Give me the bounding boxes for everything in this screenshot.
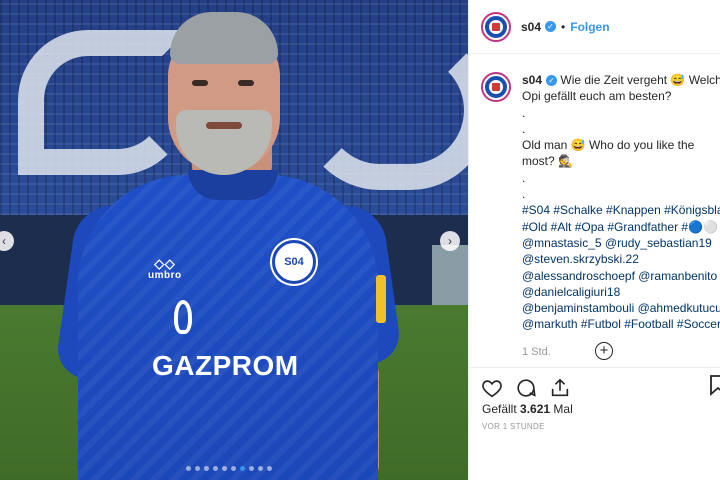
follow-button[interactable]: Folgen [570,20,609,34]
separator-dot: • [561,19,566,34]
mention-line[interactable]: @mnastasic_5 @rudy_sebastian19 [522,235,720,251]
hashtag-line[interactable]: @markuth #Futbol #Football #Soccer [522,316,720,332]
caption-dot-4: . [522,187,526,202]
gazprom-flame-icon [174,300,192,334]
schalke-crest-icon: S04 [272,240,316,284]
caption-line-3: Old man 😅 Who do you like the [522,138,695,153]
caption-body: s04 ✓ Wie die Zeit vergeht 😅 Welcher Opi … [522,72,720,360]
likes-number: 3.621 [520,402,551,416]
caption-dot-3: . [522,170,526,185]
hashtag-line[interactable]: #S04 #Schalke #Knappen #Königsblau [522,202,720,218]
carousel-dot [195,466,200,471]
load-more-comments-icon[interactable]: + [595,342,613,360]
carousel-dots [186,466,272,471]
likes-count[interactable]: Gefällt 3.621 Mal [482,402,573,416]
post-header: s04 ✓ • Folgen [469,0,720,54]
caption-line-4: most? 🕵 [522,154,573,169]
post-actions: Gefällt 3.621 Mal VOR 1 STUNDE [469,367,720,480]
carousel-dot [240,466,245,471]
sponsor-text: GAZPROM [152,350,299,381]
umbro-logo: ◇◇ umbro [148,256,182,281]
mention-line[interactable]: @alessandroschoepf @ramanbenito [522,268,720,284]
heart-icon[interactable] [481,377,503,399]
umbro-text: umbro [148,270,182,281]
s04-logo-icon [485,76,507,98]
avatar[interactable] [481,11,511,42]
verified-icon: ✓ [545,21,557,32]
right-eye [238,80,254,86]
mention-line[interactable]: @benjaminstambouli @ahmedkutucu [522,300,720,316]
mention-line[interactable]: @danielcaligiuri18 [522,284,720,300]
jersey [78,175,378,480]
caption-time-ago: 1 Std. [522,345,551,358]
hashtag-line[interactable]: #Old #Alt #Opa #Grandfather #🔵⚪ [522,219,720,235]
left-eye [192,80,208,86]
caption-username[interactable]: s04 [522,73,542,87]
carousel-dot [258,466,263,471]
seat-letter-curve [300,30,468,190]
carousel-dot [204,466,209,471]
post-side-panel: s04 ✓ • Folgen s04 ✓ Wie die Zeit vergeht… [468,0,720,480]
seat-letter-s [18,30,188,175]
sleeve-patch [376,275,386,323]
carousel-dot [231,466,236,471]
mention-line[interactable]: @steven.skrzybski.22 [522,251,720,267]
share-icon[interactable] [549,377,571,399]
verified-icon: ✓ [546,75,558,87]
advert-board [432,245,468,307]
carousel-dot [249,466,254,471]
chevron-right-icon[interactable]: › [440,231,460,251]
carousel-dot [213,466,218,471]
crest-text: S04 [284,256,304,268]
s04-logo-icon [485,15,507,38]
post-timestamp[interactable]: VOR 1 STUNDE [482,422,545,431]
mouth [206,122,242,129]
carousel-dot [222,466,227,471]
hashtag-list: #S04 #Schalke #Knappen #Königsblau #Old … [522,202,720,332]
caption-dot-1: . [522,105,526,120]
next-glyph: › [448,234,452,248]
post-photo[interactable]: ◇◇ umbro S04 GAZPROM ‹ › [0,0,468,480]
bookmark-icon[interactable] [709,374,720,396]
likes-prefix: Gefällt [482,402,517,416]
caption-line-2: Opi gefällt euch am besten? [522,89,672,104]
caption-dot-2: . [522,121,526,136]
carousel-dot [267,466,272,471]
likes-suffix: Mal [553,402,573,416]
caption-avatar[interactable] [481,72,511,102]
caption-line-1: Wie die Zeit vergeht 😅 Welcher [560,73,720,87]
carousel-dot [186,466,191,471]
caption: s04 ✓ Wie die Zeit vergeht 😅 Welcher Opi … [481,72,720,360]
comment-icon[interactable] [515,377,537,399]
header-username[interactable]: s04 [521,20,541,34]
prev-glyph: ‹ [2,234,6,248]
